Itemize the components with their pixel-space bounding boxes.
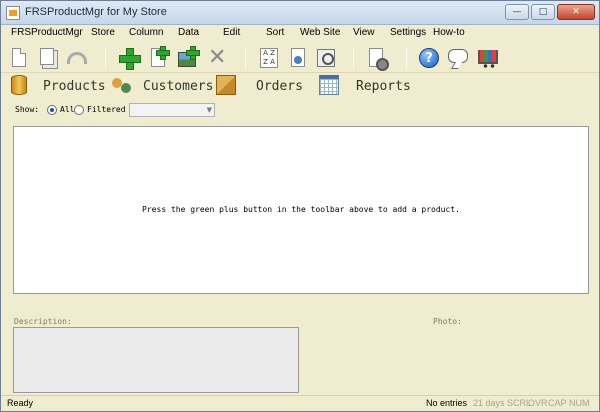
toolbar: ✕ A Z Z A ?: [1, 43, 599, 73]
tab-label: Reports: [356, 79, 411, 94]
chat-bubble-icon: [448, 49, 468, 63]
add-photo-button[interactable]: [176, 46, 200, 70]
new-page-icon: [12, 48, 26, 67]
box-icon: [216, 75, 236, 95]
tab-products[interactable]: Products: [11, 75, 106, 97]
store-button[interactable]: [476, 46, 500, 70]
status-caps: CAP: [548, 398, 567, 408]
calendar-icon: [319, 75, 339, 95]
status-ready: Ready: [7, 398, 34, 408]
tab-orders[interactable]: Orders: [216, 75, 306, 97]
help-icon: ?: [419, 48, 439, 68]
maximize-button[interactable]: □: [531, 4, 555, 20]
small-plus-icon: [186, 46, 200, 60]
menu-bar: FRSProductMgr Store Column Data Edit Sor…: [1, 25, 599, 43]
menu-sort[interactable]: Sort: [266, 27, 284, 38]
delete-icon: ✕: [208, 45, 227, 70]
undo-button[interactable]: [65, 46, 89, 70]
tab-label: Customers: [143, 79, 214, 94]
menu-frsproductmgr[interactable]: FRSProductMgr: [11, 27, 83, 38]
preview-button[interactable]: [314, 46, 338, 70]
tab-label: Products: [43, 79, 106, 94]
web-page-button[interactable]: [286, 46, 310, 70]
filter-dropdown[interactable]: ▼: [129, 103, 215, 117]
app-icon: [6, 6, 20, 20]
empty-list-message: Press the green plus button in the toolb…: [142, 205, 460, 214]
help-button[interactable]: ?: [417, 46, 441, 70]
settings-button[interactable]: [365, 46, 389, 71]
database-icon: [11, 75, 27, 95]
description-label: Description:: [14, 317, 72, 326]
add-product-button[interactable]: [117, 46, 141, 70]
status-days: 21 days: [473, 398, 505, 408]
menu-edit[interactable]: Edit: [223, 27, 240, 38]
tab-bar: Products Customers Orders Reports: [1, 73, 599, 99]
close-button[interactable]: ✕: [557, 4, 595, 20]
chevron-down-icon: ▼: [206, 106, 212, 114]
status-ovr: OVR: [528, 398, 548, 408]
undo-icon: [67, 52, 87, 64]
show-label: Show:: [15, 105, 40, 114]
app-window: FRSProductMgr for My Store — □ ✕ FRSProd…: [0, 0, 600, 412]
search-preview-icon: [317, 49, 335, 67]
small-plus-icon: [156, 46, 170, 60]
all-radio[interactable]: [47, 105, 57, 115]
copy-pages-icon: [40, 48, 54, 65]
product-list[interactable]: Press the green plus button in the toolb…: [13, 126, 589, 294]
shopping-cart-icon: [478, 50, 498, 68]
menu-data[interactable]: Data: [178, 27, 199, 38]
menu-how-to[interactable]: How-to: [433, 27, 465, 38]
status-bar: Ready No entries 21 days SCRL OVR CAP NU…: [1, 395, 599, 411]
filter-row: Show: All Filtered ▼: [1, 102, 599, 120]
filtered-radio-label[interactable]: Filtered: [87, 105, 126, 114]
feedback-button[interactable]: [446, 46, 470, 70]
menu-store[interactable]: Store: [91, 27, 115, 38]
tab-label: Orders: [256, 79, 303, 94]
window-title: FRSProductMgr for My Store: [25, 6, 167, 18]
menu-web-site[interactable]: Web Site: [300, 27, 340, 38]
filtered-radio[interactable]: [74, 105, 84, 115]
web-page-icon: [291, 48, 305, 67]
delete-button[interactable]: ✕: [205, 46, 229, 70]
title-bar: FRSProductMgr for My Store — □ ✕: [1, 1, 599, 25]
settings-icon: [369, 48, 389, 71]
all-radio-label[interactable]: All: [60, 105, 74, 114]
people-icon: [111, 75, 133, 95]
status-entries: No entries: [426, 398, 468, 408]
new-page-button[interactable]: [7, 46, 31, 70]
menu-settings[interactable]: Settings: [390, 27, 426, 38]
status-num: NUM: [569, 398, 590, 408]
photo-label: Photo:: [433, 317, 462, 326]
sort-az-icon: A Z Z A: [260, 48, 278, 68]
copy-button[interactable]: [36, 46, 60, 70]
menu-view[interactable]: View: [353, 27, 375, 38]
menu-column[interactable]: Column: [129, 27, 163, 38]
green-plus-icon: [119, 48, 141, 70]
tab-reports[interactable]: Reports: [319, 75, 414, 97]
minimize-button[interactable]: —: [505, 4, 529, 20]
add-variant-button[interactable]: [146, 46, 170, 70]
sort-button[interactable]: A Z Z A: [257, 46, 281, 70]
description-field[interactable]: [13, 327, 299, 393]
tab-customers[interactable]: Customers: [111, 75, 214, 97]
